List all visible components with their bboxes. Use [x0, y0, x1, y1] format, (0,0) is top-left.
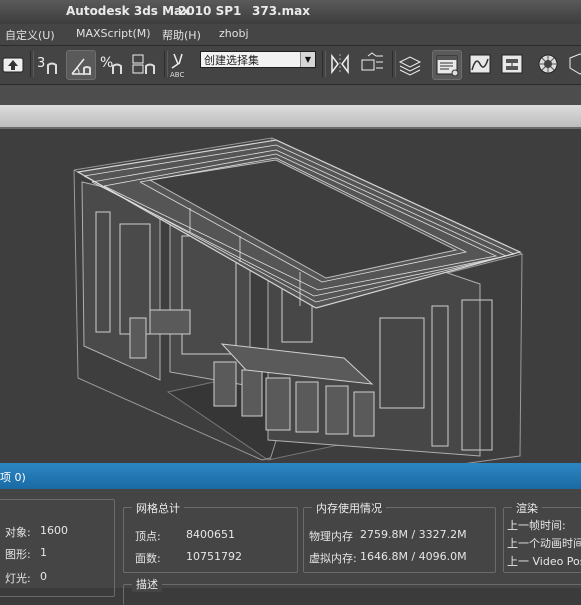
render-setup-icon[interactable] [566, 50, 581, 78]
app-version: 2010 SP1 [178, 4, 242, 18]
memory-usage-group: 内存使用情况 物理内存 2759.8M / 3327.2M 虚拟内存: 1646… [303, 500, 496, 573]
percent-snap-icon[interactable]: % [98, 50, 126, 78]
last-frame-time-label: 上一帧时间: [507, 519, 566, 532]
align-icon[interactable] [358, 50, 386, 78]
shapes-label: 图形: [5, 548, 31, 561]
mirror-icon[interactable] [326, 50, 354, 78]
mesh-totals-group: 网格总计 顶点: 8400651 面数: 10751792 [123, 500, 298, 573]
menu-maxscript[interactable]: MAXScript(M) [76, 27, 151, 40]
render-time-group: 渲染 上一帧时间: 上一个动画时间 上一 Video Post [503, 500, 581, 573]
menu-zhobj[interactable]: zhobj [219, 27, 249, 40]
menu-help[interactable]: 帮助(H) [162, 27, 201, 43]
render-group-title: 渲染 [512, 500, 542, 516]
description-group: 描述 [123, 576, 581, 605]
curve-editor-icon[interactable] [466, 50, 494, 78]
scene-explorer-icon[interactable] [432, 50, 462, 80]
objects-value: 1600 [40, 524, 68, 537]
panel-title-bar: 项 0) [0, 463, 581, 489]
spinner-snap-icon[interactable] [130, 50, 158, 78]
schematic-view-icon[interactable] [498, 50, 526, 78]
named-selection-set-value: 创建选择集 [204, 54, 259, 67]
last-video-post-label: 上一 Video Post [507, 555, 581, 568]
lights-value: 0 [40, 570, 47, 583]
memory-usage-title: 内存使用情况 [312, 500, 386, 516]
abc-icon: ABC [170, 71, 184, 78]
lights-label: 灯光: [5, 572, 31, 585]
title-bar: Autodesk 3ds Max 2010 SP1 373.max [0, 0, 581, 24]
edit-named-selection-icon[interactable]: ABC [168, 50, 196, 79]
vertices-value: 8400651 [186, 528, 235, 541]
wireframe-model [73, 137, 524, 463]
mesh-totals-title: 网格总计 [132, 500, 184, 516]
named-selection-set-dropdown[interactable]: 创建选择集 ▼ [200, 51, 316, 68]
app-name: Autodesk 3ds Max [66, 4, 190, 18]
faces-value: 10751792 [186, 550, 242, 563]
shapes-value: 1 [40, 546, 47, 559]
faces-label: 面数: [135, 552, 161, 565]
import-icon[interactable] [0, 50, 28, 78]
last-animation-time-label: 上一个动画时间 [507, 537, 581, 550]
viewport[interactable] [0, 129, 581, 463]
ribbon-strip [0, 105, 581, 129]
scene-totals-group: 对象: 1600 图形: 1 灯光: 0 [0, 499, 115, 597]
material-editor-icon[interactable] [534, 50, 562, 78]
snap-3d-icon[interactable]: 3 [34, 50, 62, 78]
virtual-memory-label: 虚拟内存: [309, 552, 357, 565]
layers-icon[interactable] [396, 50, 424, 78]
summary-info-panel: 对象: 1600 图形: 1 灯光: 0 网格总计 顶点: 8400651 面数… [0, 489, 581, 605]
chevron-down-icon[interactable]: ▼ [300, 52, 315, 67]
svg-text:%: % [100, 55, 113, 71]
physical-memory-label: 物理内存 [309, 530, 353, 543]
description-title: 描述 [132, 576, 162, 592]
menu-customize[interactable]: 自定义(U) [5, 27, 55, 43]
objects-label: 对象: [5, 526, 31, 539]
toolbar-gap [0, 85, 581, 105]
vertices-label: 顶点: [135, 530, 161, 543]
panel-title: 项 0) [0, 471, 26, 484]
physical-memory-value: 2759.8M / 3327.2M [360, 528, 467, 541]
virtual-memory-value: 1646.8M / 4096.0M [360, 550, 467, 563]
angle-snap-icon[interactable] [66, 50, 96, 80]
menu-bar: 自定义(U) MAXScript(M) 帮助(H) zhobj [0, 24, 581, 46]
snap-dimension-label: 3 [37, 56, 45, 71]
file-name: 373.max [252, 4, 310, 18]
